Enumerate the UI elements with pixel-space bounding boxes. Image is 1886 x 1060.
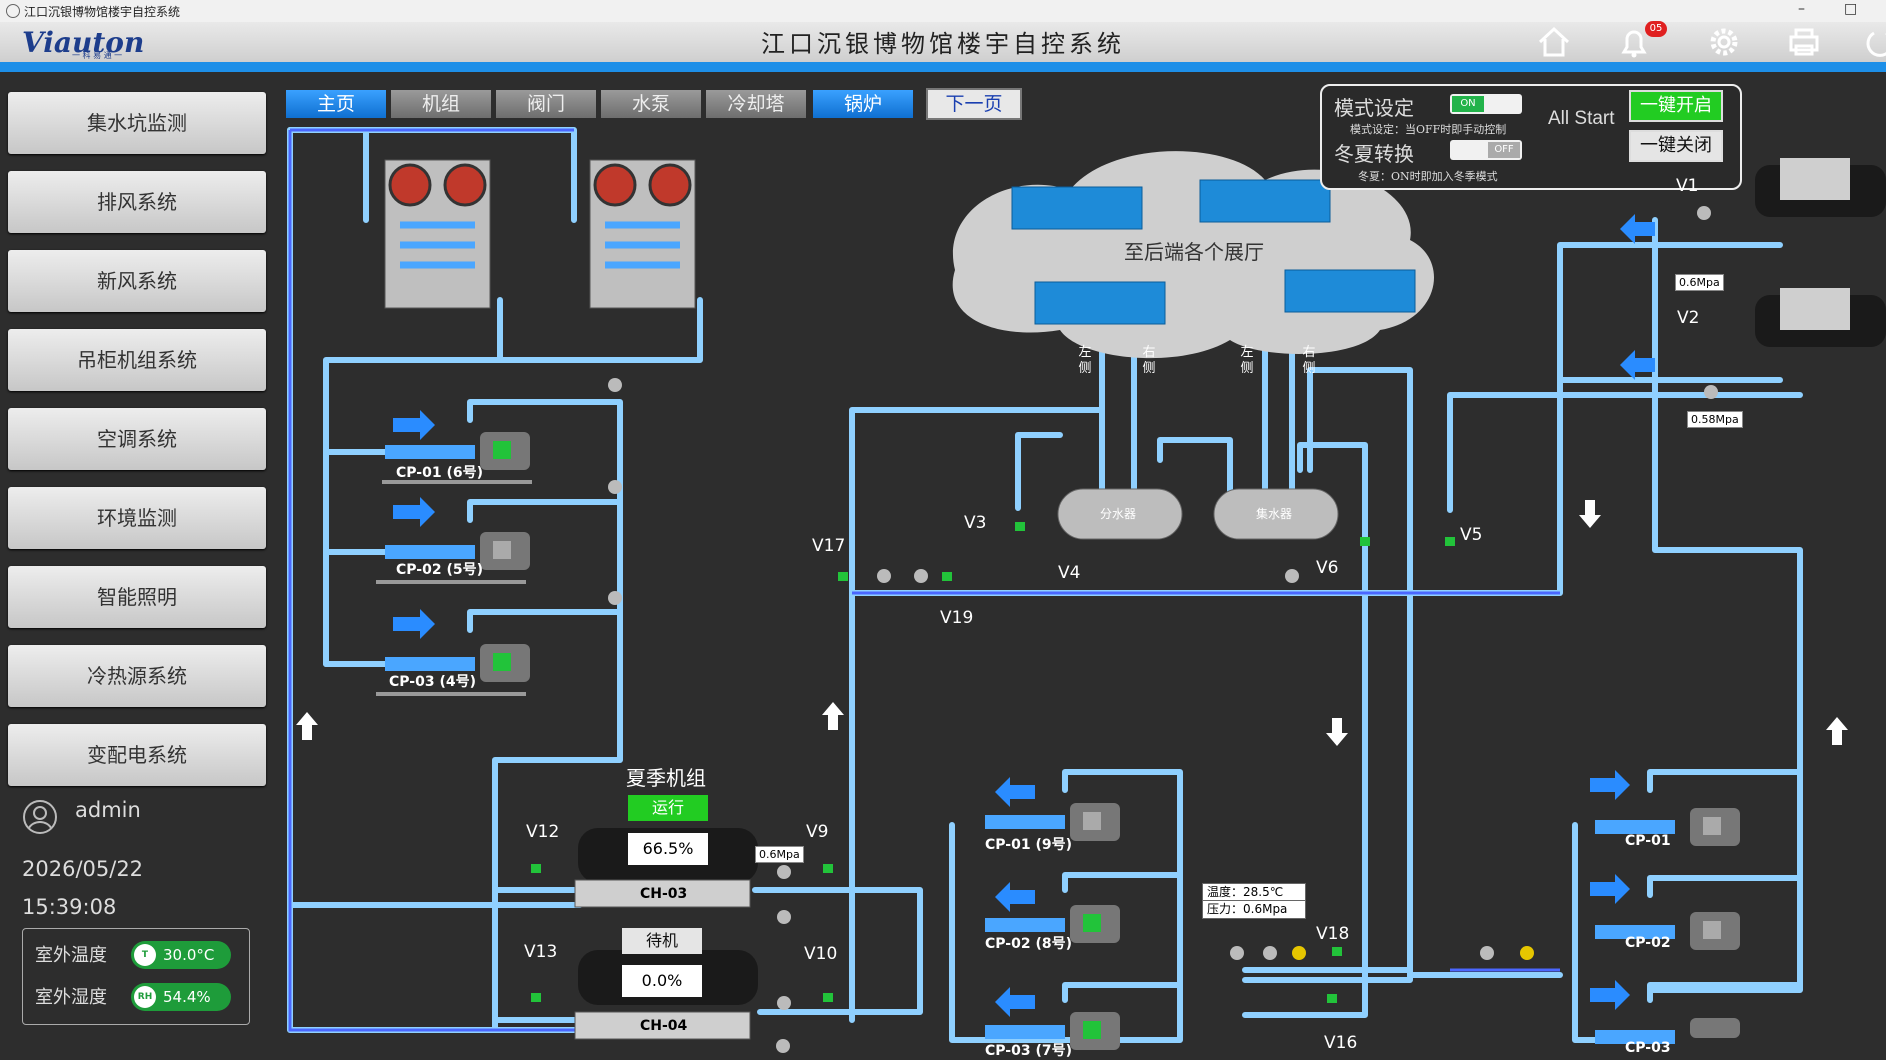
season-toggle[interactable]: OFF	[1450, 140, 1522, 160]
season-toggle-state: OFF	[1488, 142, 1520, 158]
valve-v1-label: V1	[1676, 176, 1699, 196]
stop-all-button[interactable]: 一键关闭	[1629, 130, 1723, 162]
tab-cooling-tower[interactable]: 冷却塔	[706, 90, 806, 118]
pump-right-3-label: CP-03	[1625, 1040, 1671, 1056]
distributor-right-label: 右侧	[1142, 345, 1156, 376]
cooling-tower-1	[384, 159, 491, 309]
valve-v4-label: V4	[1058, 563, 1081, 583]
valve-v12-label: V12	[526, 822, 560, 842]
pressure-gauge-yellow-1	[1292, 946, 1306, 960]
tab-pumps[interactable]: 水泵	[601, 90, 701, 118]
mode-toggle-state: ON	[1452, 96, 1484, 112]
distributor-left-label: 左侧	[1078, 345, 1092, 376]
valve-v13-label: V13	[524, 942, 558, 962]
chiller-right-1	[1755, 158, 1886, 217]
ch03-status: 运行	[628, 795, 708, 821]
mode-label: 模式设定	[1334, 96, 1414, 120]
collector-left-label: 左侧	[1240, 345, 1254, 376]
pump-chilled-2-label: CP-02 (8号)	[985, 936, 1072, 952]
distributor-label: 分水器	[1100, 507, 1137, 521]
pressure-gauge-yellow-2	[1520, 946, 1534, 960]
tab-next-page[interactable]: 下一页	[926, 88, 1022, 120]
sensor-pressure: 压力：0.6Mpa	[1202, 900, 1306, 919]
ch04-status: 待机	[622, 928, 702, 954]
tab-units[interactable]: 机组	[391, 90, 491, 118]
ch03-name: CH-03	[640, 886, 688, 902]
valve-v18-label: V18	[1316, 924, 1350, 944]
valve-v3-label: V3	[964, 513, 987, 533]
pump-cooling-2-label: CP-02 (5号)	[396, 562, 483, 578]
pump-cooling-1-label: CP-01 (6号)	[396, 465, 483, 481]
ch04-load: 0.0%	[622, 965, 702, 997]
valve-v6-label: V6	[1316, 558, 1339, 578]
ch03-pressure: 0.6Mpa	[755, 846, 804, 863]
ch03-load: 66.5%	[628, 833, 708, 865]
pump-chilled-3-label: CP-03 (7号)	[985, 1043, 1072, 1059]
valve-v16-label: V16	[1324, 1033, 1358, 1053]
terminal-label: 至后端各个展厅	[1124, 240, 1264, 264]
pump-chilled-1-label: CP-01 (9号)	[985, 837, 1072, 853]
season-note: 冬夏：ON时即加入冬季模式	[1358, 170, 1498, 183]
summer-unit-label: 夏季机组	[626, 766, 706, 790]
valve-v19-label: V19	[940, 608, 974, 628]
collector-label: 集水器	[1256, 507, 1293, 521]
valve-v10-label: V10	[804, 944, 838, 964]
collector-right-label: 右侧	[1302, 345, 1316, 376]
valve-v5-label: V5	[1460, 525, 1483, 545]
cooling-tower-2	[589, 159, 696, 309]
chiller-right-2	[1755, 288, 1886, 347]
season-label: 冬夏转换	[1334, 142, 1414, 166]
ch04-name: CH-04	[640, 1018, 688, 1034]
pump-base-3	[376, 692, 526, 696]
tab-boiler[interactable]: 锅炉	[813, 90, 913, 118]
all-start-label: All Start	[1548, 108, 1615, 129]
pump-cooling-3-label: CP-03 (4号)	[389, 674, 476, 690]
tab-home[interactable]: 主页	[286, 90, 386, 118]
v2-pressure: 0.58Mpa	[1687, 411, 1743, 428]
pump-right-2-label: CP-02	[1625, 935, 1671, 951]
mode-note: 模式设定：当OFF时即手动控制	[1350, 123, 1507, 136]
mode-control-panel: 模式设定 ON 模式设定：当OFF时即手动控制 冬夏转换 OFF 冬夏：ON时即…	[1320, 84, 1742, 190]
valve-v2-label: V2	[1677, 308, 1700, 328]
valve-v9-label: V9	[806, 822, 829, 842]
v1-pressure: 0.6Mpa	[1675, 274, 1724, 291]
valve-v17-label: V17	[812, 536, 846, 556]
pump-base-2	[376, 580, 526, 584]
start-all-button[interactable]: 一键开启	[1629, 90, 1723, 122]
tab-valves[interactable]: 阀门	[496, 90, 596, 118]
pump-right-1-label: CP-01	[1625, 833, 1671, 849]
mode-toggle[interactable]: ON	[1450, 94, 1522, 114]
